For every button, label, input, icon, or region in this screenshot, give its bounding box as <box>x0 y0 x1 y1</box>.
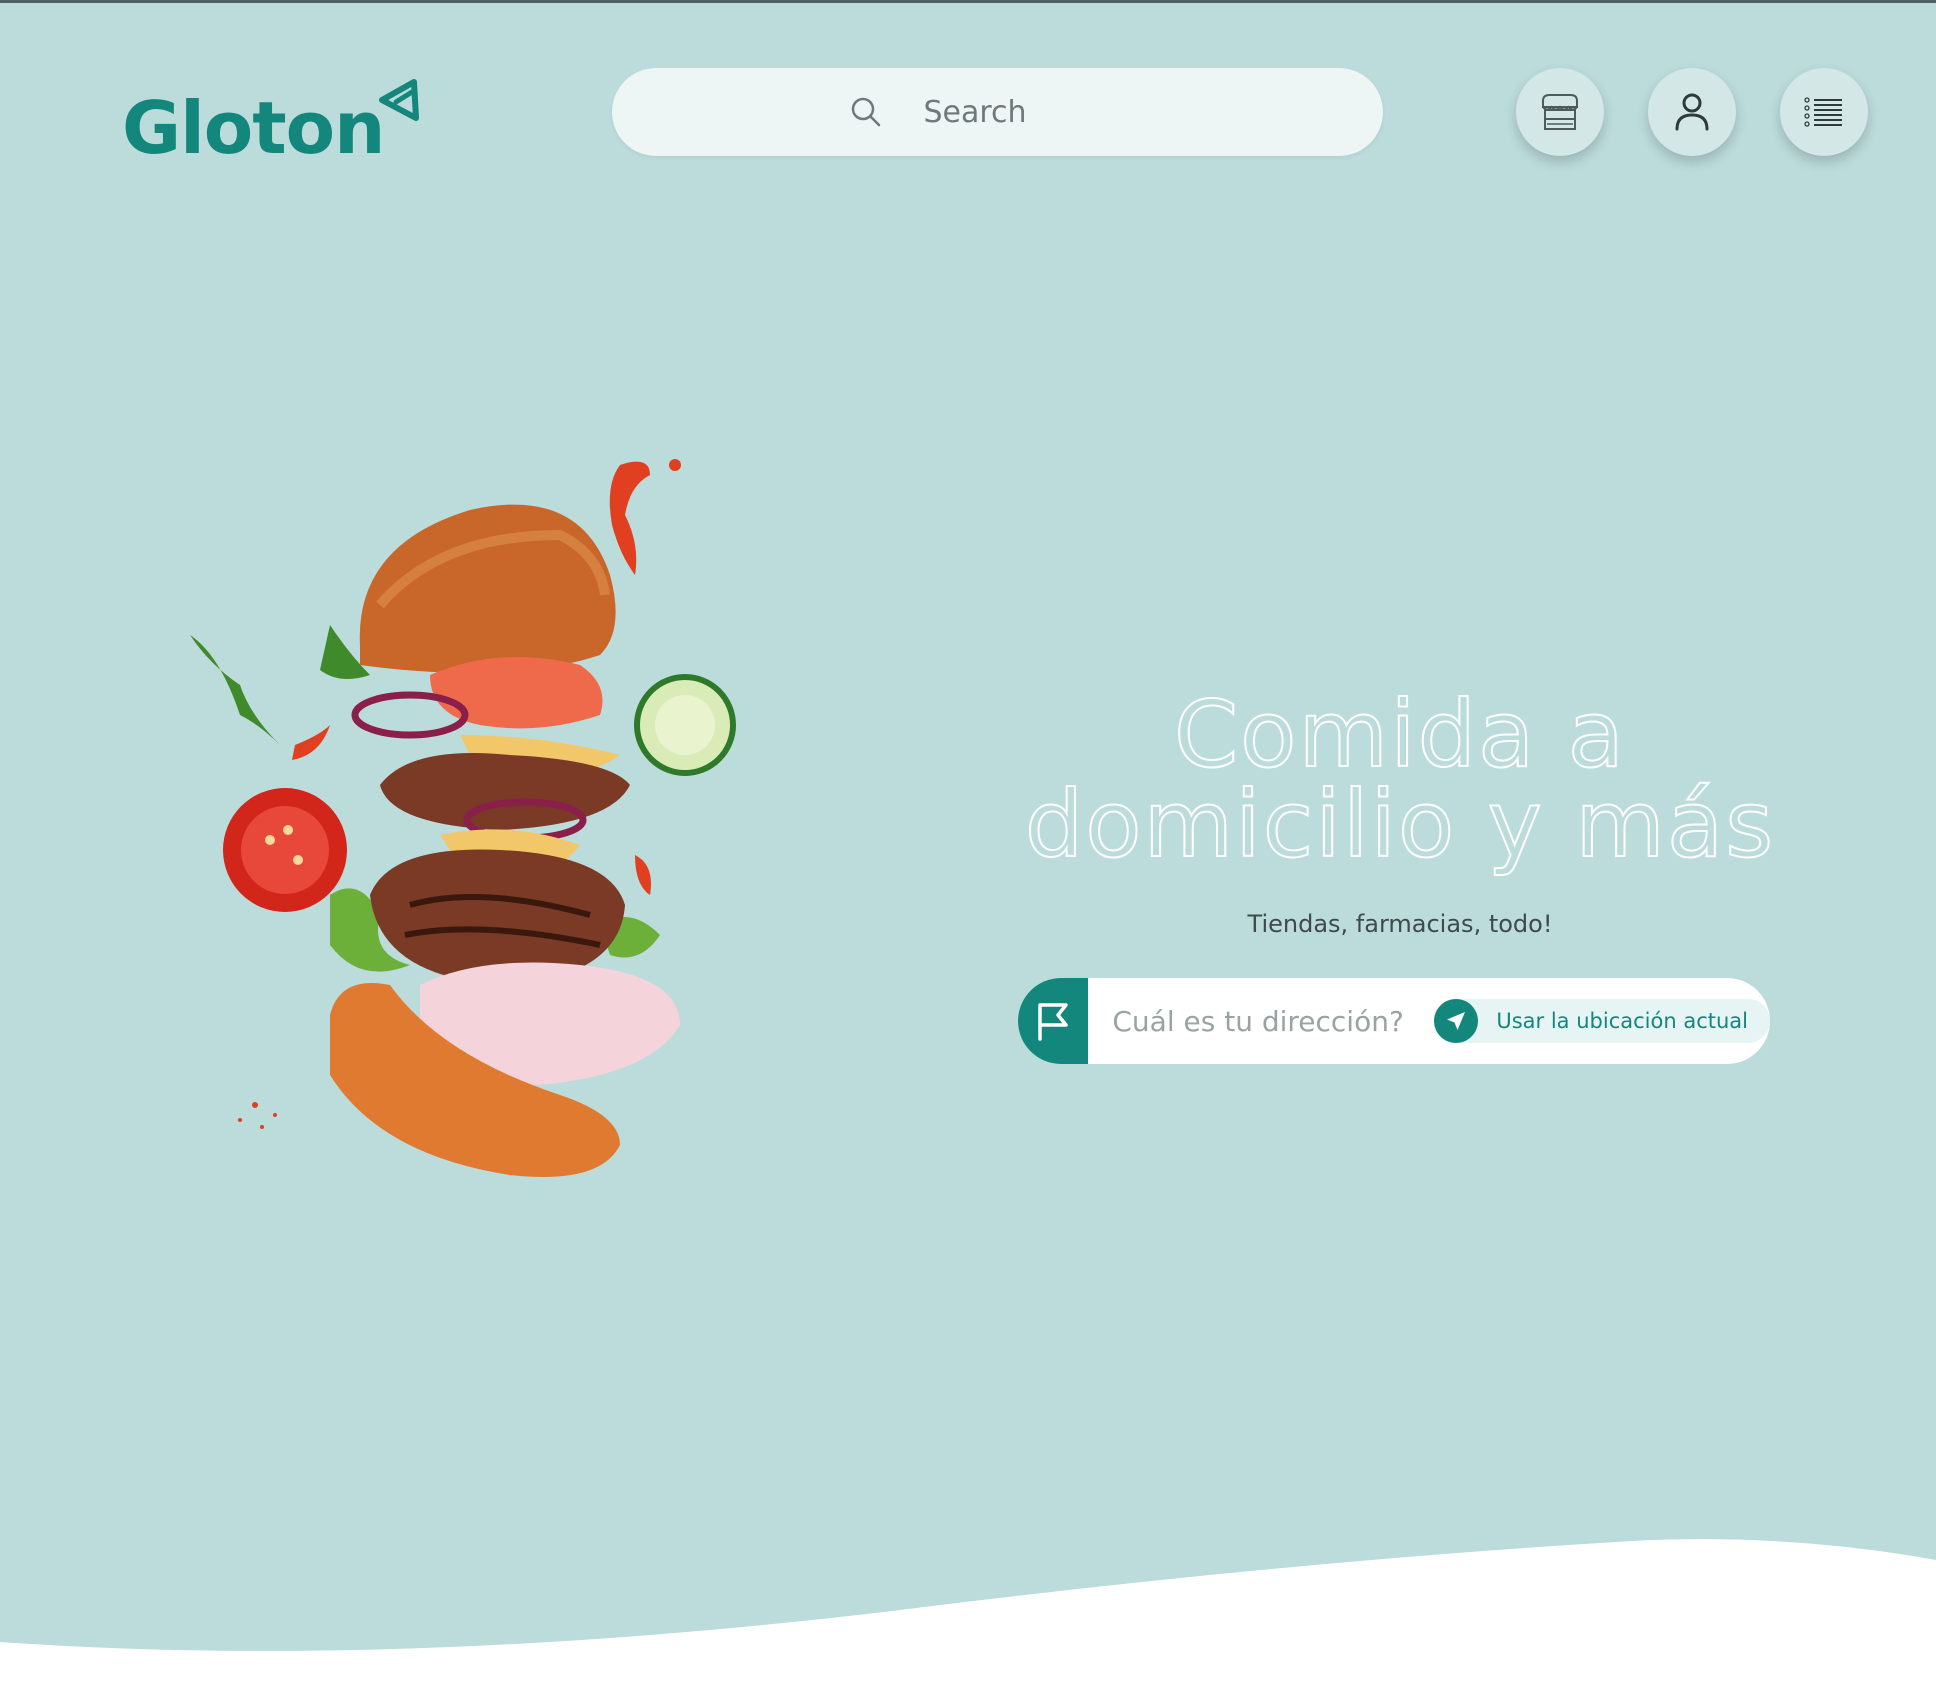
store-icon <box>1542 94 1578 130</box>
use-current-location-label: Usar la ubicación actual <box>1496 1009 1748 1033</box>
hero-title: Comida a domicilio y más <box>990 681 1810 878</box>
onion-ring <box>351 691 469 739</box>
address-input[interactable] <box>1110 1003 1415 1039</box>
logo-text: Gloton <box>122 86 385 170</box>
logo[interactable]: Gloton <box>122 78 420 164</box>
user-account-button[interactable] <box>1648 68 1736 156</box>
ketchup-drop <box>669 459 681 471</box>
address-bar[interactable]: Usar la ubicación actual <box>1018 978 1770 1064</box>
location-icon-badge <box>1434 999 1479 1043</box>
hero-title-line-1: Comida a <box>1173 681 1627 788</box>
burger-illustration <box>190 459 736 1177</box>
top-border <box>0 0 1936 3</box>
search-bar[interactable] <box>612 68 1383 156</box>
menu-button[interactable] <box>1780 68 1868 156</box>
store-button[interactable] <box>1516 68 1604 156</box>
flag-icon <box>1038 1003 1068 1041</box>
flag-button <box>1018 978 1089 1064</box>
ketchup-splash <box>635 855 651 895</box>
hero-title-line-2: domicilio y más <box>1024 771 1776 878</box>
ketchup-splash <box>609 461 650 575</box>
hero-subtitle: Tiendas, farmacias, todo! <box>1247 910 1553 938</box>
navigation-arrow-icon <box>1447 1012 1466 1030</box>
bottom-wave <box>0 1539 1936 1702</box>
user-icon <box>1675 93 1709 131</box>
use-current-location-button[interactable]: Usar la ubicación actual <box>1434 999 1770 1043</box>
salmon-slice <box>430 657 603 729</box>
arugula-leaf <box>190 635 280 745</box>
ketchup-splash <box>292 725 330 760</box>
pizza-slice-icon <box>379 79 420 121</box>
list-menu-icon <box>1804 97 1842 127</box>
search-input[interactable] <box>921 93 1106 131</box>
search-icon <box>851 97 880 127</box>
